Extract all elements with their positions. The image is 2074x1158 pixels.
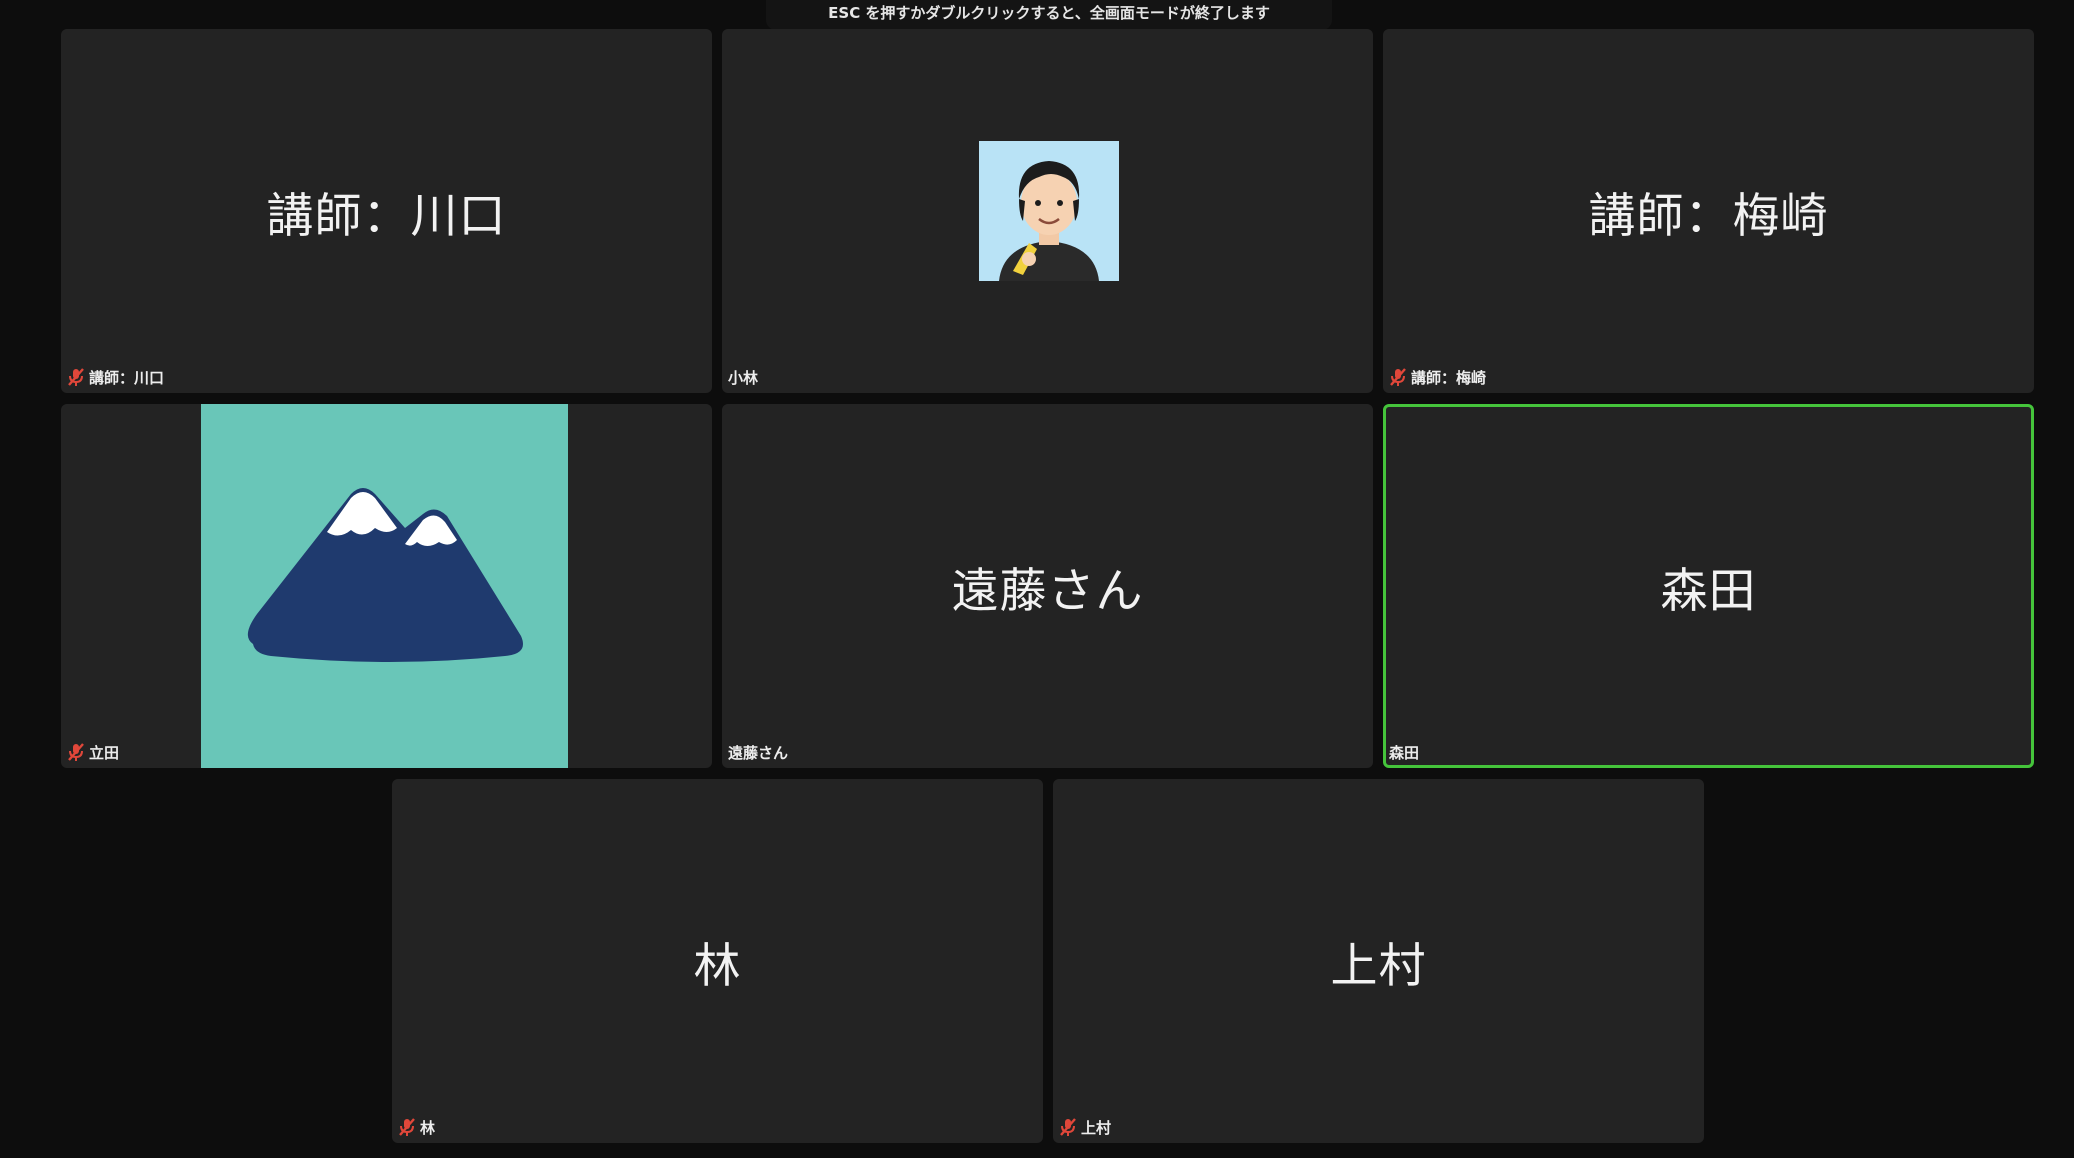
participant-tile[interactable]: 立田 [61,404,712,768]
participant-name-label: 遠藤さん [728,743,789,762]
participant-name-bar: 森田 [1389,740,1419,764]
participant-display-name: 講師：梅崎 [1588,188,1829,244]
participant-name-label: 講師：梅崎 [1411,368,1487,387]
participant-name-label: 小林 [728,368,759,387]
video-gallery: ESC を押すかダブルクリックすると、全画面モードが終了します 講師：川口 講師… [0,0,2074,1158]
participant-name-bar: 小林 [728,365,758,389]
muted-microphone-icon [398,1117,416,1137]
participant-display-name: 講師：川口 [266,188,507,244]
participant-display-name: 上村 [1330,938,1427,994]
active-speaker-tile[interactable]: 森田 森田 [1383,404,2034,768]
participant-name-bar: 立田 [67,740,119,764]
participant-name-label: 林 [420,1118,436,1137]
muted-microphone-icon [67,742,85,762]
participant-name-bar: 講師：川口 [67,365,164,389]
mountain-avatar [201,404,568,768]
muted-microphone-icon [1389,367,1407,387]
participant-name-label: 立田 [89,743,120,762]
participant-name-label: 森田 [1389,743,1420,762]
participant-name-label: 上村 [1081,1118,1112,1137]
participant-tile[interactable]: 講師：梅崎 講師：梅崎 [1383,29,2034,393]
muted-microphone-icon [67,367,85,387]
fullscreen-exit-hint-text: ESC を押すかダブルクリックすると、全画面モードが終了します [828,3,1270,22]
participant-display-name: 森田 [1660,563,1757,619]
participant-name-bar: 講師：梅崎 [1389,365,1486,389]
participant-display-name: 遠藤さん [951,563,1144,619]
illustrated-person-avatar [979,141,1119,281]
participant-name-label: 講師：川口 [89,368,165,387]
participant-tile[interactable]: 小林 [722,29,1373,393]
participant-name-bar: 上村 [1059,1115,1111,1139]
fullscreen-exit-hint: ESC を押すかダブルクリックすると、全画面モードが終了します [766,0,1332,30]
participant-tile[interactable]: 林 林 [392,779,1043,1143]
participant-tile[interactable]: 講師：川口 講師：川口 [61,29,712,393]
participant-tile[interactable]: 上村 上村 [1053,779,1704,1143]
participant-display-name: 林 [693,938,742,994]
participant-tile[interactable]: 遠藤さん 遠藤さん [722,404,1373,768]
participant-name-bar: 遠藤さん [728,740,788,764]
participant-name-bar: 林 [398,1115,435,1139]
muted-microphone-icon [1059,1117,1077,1137]
